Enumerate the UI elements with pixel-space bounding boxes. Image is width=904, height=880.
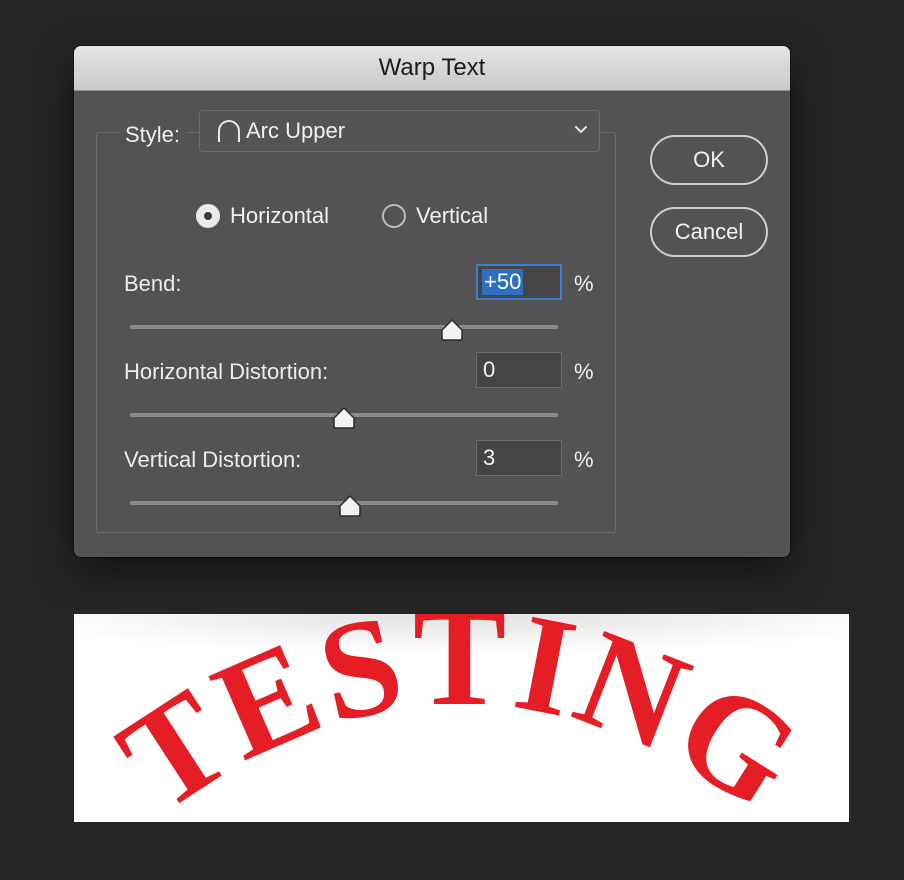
chevron-down-icon	[575, 126, 587, 133]
dialog-title: Warp Text	[378, 54, 486, 81]
horizontal-distortion-slider-thumb[interactable]	[332, 407, 356, 429]
bend-value: +50	[482, 269, 524, 295]
horizontal-distortion-unit: %	[574, 359, 594, 384]
cancel-button[interactable]: Cancel	[650, 207, 768, 257]
radio-horizontal[interactable]: Horizontal	[196, 203, 329, 229]
vertical-distortion-label: Vertical Distortion:	[124, 447, 302, 472]
radio-selected-icon	[196, 204, 220, 228]
dialog-title-bar[interactable]: Warp Text	[74, 46, 790, 91]
bend-slider-track[interactable]	[130, 325, 558, 329]
style-dropdown[interactable]: Arc Upper	[199, 110, 600, 152]
horizontal-distortion-label: Horizontal Distortion:	[124, 359, 329, 384]
warped-text-path: TESTING	[94, 614, 824, 822]
horizontal-distortion-input[interactable]: 0	[476, 352, 562, 388]
vertical-distortion-slider-thumb[interactable]	[338, 495, 362, 517]
bend-label: Bend:	[124, 271, 182, 296]
ok-button[interactable]: OK	[650, 135, 768, 185]
bend-input[interactable]: +50	[476, 264, 562, 300]
radio-horizontal-label: Horizontal	[230, 203, 330, 228]
warped-text: TESTING	[94, 614, 828, 822]
warp-preview-canvas: TESTING	[74, 614, 849, 822]
bend-unit: %	[574, 271, 594, 296]
radio-vertical-label: Vertical	[416, 203, 489, 228]
warp-text-dialog: Warp Text Style: Arc Upper Horizontal Ve…	[74, 46, 790, 557]
arc-upper-icon	[218, 120, 240, 142]
radio-vertical[interactable]: Vertical	[382, 203, 488, 229]
radio-unselected-icon	[382, 204, 406, 228]
warped-text-preview: TESTING	[94, 614, 828, 822]
bend-slider-thumb[interactable]	[440, 319, 464, 341]
style-label: Style:	[119, 122, 187, 148]
style-value: Arc Upper	[246, 118, 346, 143]
vertical-distortion-value: 3	[483, 445, 496, 470]
vertical-distortion-unit: %	[574, 447, 594, 472]
vertical-distortion-input[interactable]: 3	[476, 440, 562, 476]
horizontal-distortion-value: 0	[483, 357, 496, 382]
